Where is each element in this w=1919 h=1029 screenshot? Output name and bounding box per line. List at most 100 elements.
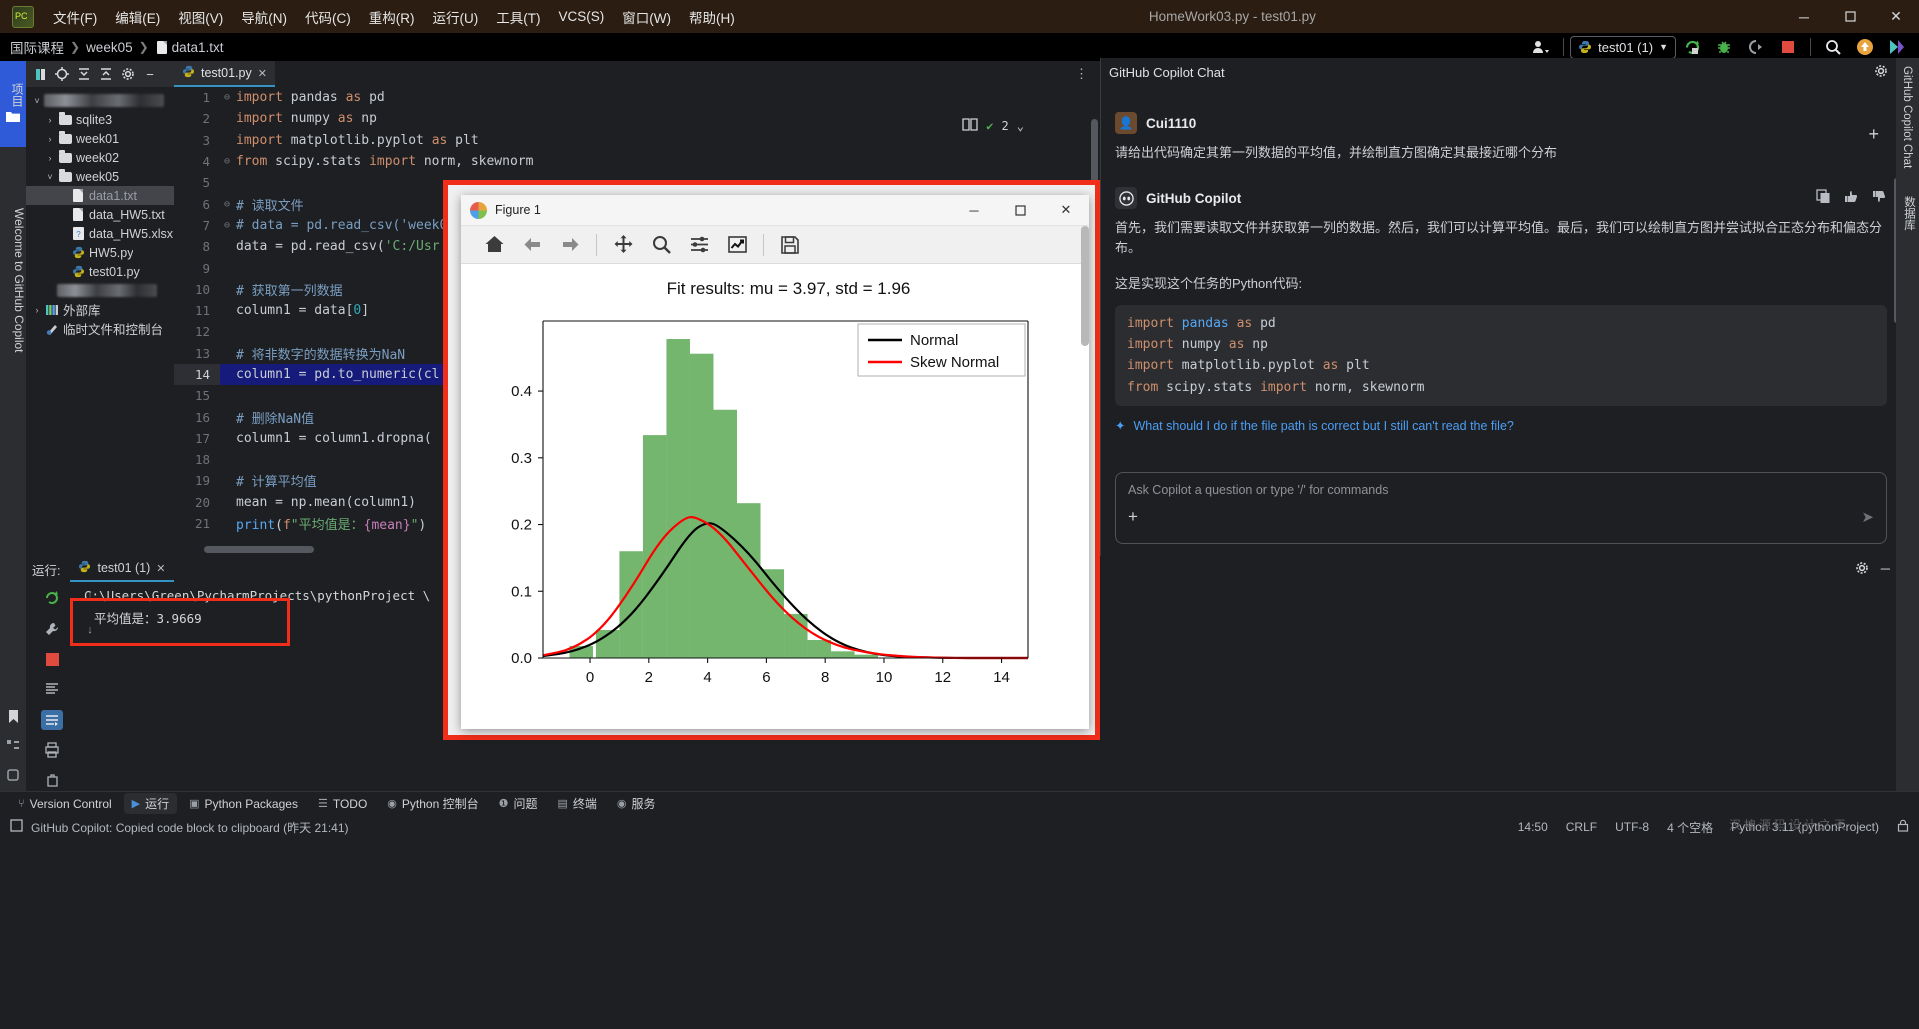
copy-icon[interactable]	[1816, 189, 1831, 207]
chevron-icon[interactable]: ›	[43, 115, 57, 125]
bookmarks-icon[interactable]	[7, 709, 20, 727]
tree-row-sqlite3[interactable]: › sqlite3	[26, 110, 174, 129]
attach-icon[interactable]: +	[1128, 507, 1138, 527]
lock-icon[interactable]	[1897, 819, 1909, 835]
fold-marker-icon[interactable]: ⊖	[220, 220, 234, 231]
menu-view[interactable]: 视图(V)	[169, 4, 232, 30]
menu-window[interactable]: 窗口(W)	[613, 4, 680, 30]
chevron-icon[interactable]: ›	[43, 134, 57, 144]
fold-marker-icon[interactable]: ⊖	[220, 156, 234, 167]
code-line-2[interactable]: 2 import numpy as np	[174, 108, 1100, 129]
configure-subplots-icon[interactable]	[682, 230, 716, 260]
wrench-icon[interactable]	[41, 618, 63, 638]
tree-row[interactable]: ˅	[26, 91, 174, 110]
tree-row-test01-py[interactable]: test01.py	[26, 262, 174, 281]
tree-row----[interactable]: › 外部库	[26, 300, 174, 319]
save-icon[interactable]	[773, 230, 807, 260]
figure-maximize-button[interactable]	[997, 195, 1043, 226]
menu-tools[interactable]: 工具(T)	[487, 4, 549, 30]
minimize-button[interactable]: ─	[1781, 0, 1827, 33]
coverage-icon[interactable]	[1742, 35, 1770, 59]
tree-row-data_hw5-txt[interactable]: data_HW5.txt	[26, 205, 174, 224]
copilot-input-placeholder[interactable]: Ask Copilot a question or type '/' for c…	[1116, 473, 1886, 507]
copilot-suggested-question[interactable]: ✦ What should I do if the file path is c…	[1115, 418, 1887, 434]
run-tab-test01[interactable]: test01 (1) ✕	[70, 556, 174, 582]
sidebar-item-copilot-chat[interactable]: GitHub Copilot Chat	[1896, 58, 1918, 176]
figure-minimize-button[interactable]: ─	[951, 195, 997, 226]
breadcrumb-project[interactable]: 国际课程	[10, 37, 64, 57]
axes-edit-icon[interactable]	[720, 230, 754, 260]
run-configuration-selector[interactable]: test01 (1) ▼	[1570, 35, 1676, 59]
user-account-icon[interactable]	[1527, 35, 1555, 59]
fold-marker-icon[interactable]: ⊖	[220, 199, 234, 210]
hide-panel-icon[interactable]: −	[140, 64, 160, 84]
print-icon[interactable]	[41, 740, 63, 760]
expand-all-icon[interactable]	[74, 64, 94, 84]
tree-row-hw5-py[interactable]: HW5.py	[26, 243, 174, 262]
tree-row-data1-txt[interactable]: data1.txt	[26, 186, 174, 205]
chevron-icon[interactable]: ›	[30, 305, 44, 315]
gear-icon[interactable]	[118, 64, 138, 84]
inspection-widget[interactable]: ✔ 2 ⌄	[962, 117, 1024, 134]
status-line-separator[interactable]: CRLF	[1566, 820, 1597, 834]
tree-row-week05[interactable]: ˅ week05	[26, 167, 174, 186]
sidebar-item-database[interactable]: 数据库	[1896, 188, 1919, 239]
scroll-to-end-icon[interactable]	[41, 679, 63, 699]
editor-more-options-icon[interactable]: ⋮	[1075, 66, 1100, 82]
locate-icon[interactable]	[52, 64, 72, 84]
menu-code[interactable]: 代码(C)	[296, 4, 360, 30]
thumbs-up-icon[interactable]	[1844, 189, 1859, 207]
select-opened-file-icon[interactable]	[30, 64, 50, 84]
bottom-bar-item-todo[interactable]: ☰ TODO	[310, 795, 375, 813]
hide-panel-icon[interactable]: ─	[1881, 561, 1890, 578]
chevron-icon[interactable]: ›	[43, 153, 57, 163]
figure-close-button[interactable]: ✕	[1043, 195, 1089, 226]
tree-row---------[interactable]: 临时文件和控制台	[26, 319, 174, 338]
matplotlib-figure-window[interactable]: Figure 1 ─ ✕ Fit results: mu = 3.97, std…	[461, 195, 1089, 729]
menu-edit[interactable]: 编辑(E)	[106, 4, 169, 30]
soft-wrap-icon[interactable]	[41, 709, 63, 731]
tree-row-week02[interactable]: › week02	[26, 148, 174, 167]
matplotlib-canvas[interactable]: Fit results: mu = 3.97, std = 1.96 0 2 4 6 8 1…	[461, 264, 1089, 729]
stop-icon[interactable]	[1774, 35, 1802, 59]
close-button[interactable]: ✕	[1873, 0, 1919, 33]
status-indent[interactable]: 4 个空格	[1667, 819, 1713, 836]
sidebar-item-welcome-copilot[interactable]: Welcome to GitHub Copilot	[0, 155, 26, 405]
bottom-bar-item-运行[interactable]: ▶ 运行	[123, 793, 178, 814]
close-icon[interactable]: ✕	[156, 562, 165, 575]
copilot-code-block[interactable]: import pandas as pd import numpy as np imp…	[1115, 304, 1887, 407]
new-chat-icon[interactable]: +	[1868, 124, 1879, 145]
structure-icon[interactable]	[6, 739, 20, 756]
bottom-bar-item-问题[interactable]: ❶ 问题	[491, 793, 546, 814]
menu-file[interactable]: 文件(F)	[44, 4, 106, 30]
copilot-icon[interactable]	[1883, 35, 1911, 59]
plugins-icon[interactable]	[6, 768, 20, 785]
menu-run[interactable]: 运行(U)	[424, 4, 488, 30]
breadcrumb-week05[interactable]: week05	[86, 40, 133, 55]
maximize-button[interactable]	[1827, 0, 1873, 33]
figure-scrollbar[interactable]	[1081, 226, 1089, 346]
chevron-icon[interactable]: ˅	[30, 96, 44, 106]
menu-vcs[interactable]: VCS(S)	[550, 6, 614, 27]
bottom-bar-item-python-packages[interactable]: ▣ Python Packages	[181, 795, 306, 813]
code-line-1[interactable]: 1 ⊖ import pandas as pd	[174, 87, 1100, 108]
tab-test01-py[interactable]: test01.py ✕	[174, 61, 275, 87]
trash-icon[interactable]	[41, 771, 63, 791]
fold-marker-icon[interactable]: ⊖	[220, 92, 234, 103]
stop-icon[interactable]	[41, 649, 63, 669]
send-icon[interactable]: ➤	[1861, 508, 1874, 526]
gear-icon[interactable]	[1855, 561, 1869, 578]
sidebar-item-project[interactable]: 项目	[0, 61, 26, 147]
menu-navigate[interactable]: 导航(N)	[232, 4, 296, 30]
bottom-bar-item-终端[interactable]: ▤ 终端	[549, 793, 604, 814]
tree-row[interactable]	[26, 281, 174, 300]
chevron-icon[interactable]: ˅	[43, 172, 57, 182]
tree-row-data_hw5-xlsx[interactable]: ? data_HW5.xlsx	[26, 224, 174, 243]
rerun-icon[interactable]	[41, 588, 63, 608]
code-line-4[interactable]: 4 ⊖ from scipy.stats import norm, skewnorm	[174, 151, 1100, 172]
code-line-3[interactable]: 3 import matplotlib.pyplot as plt	[174, 130, 1100, 151]
copilot-input-box[interactable]: Ask Copilot a question or type '/' for c…	[1115, 472, 1887, 544]
back-arrow-icon[interactable]	[515, 230, 549, 260]
bottom-bar-item-服务[interactable]: ◉ 服务	[609, 793, 664, 814]
debug-icon[interactable]	[1710, 35, 1738, 59]
